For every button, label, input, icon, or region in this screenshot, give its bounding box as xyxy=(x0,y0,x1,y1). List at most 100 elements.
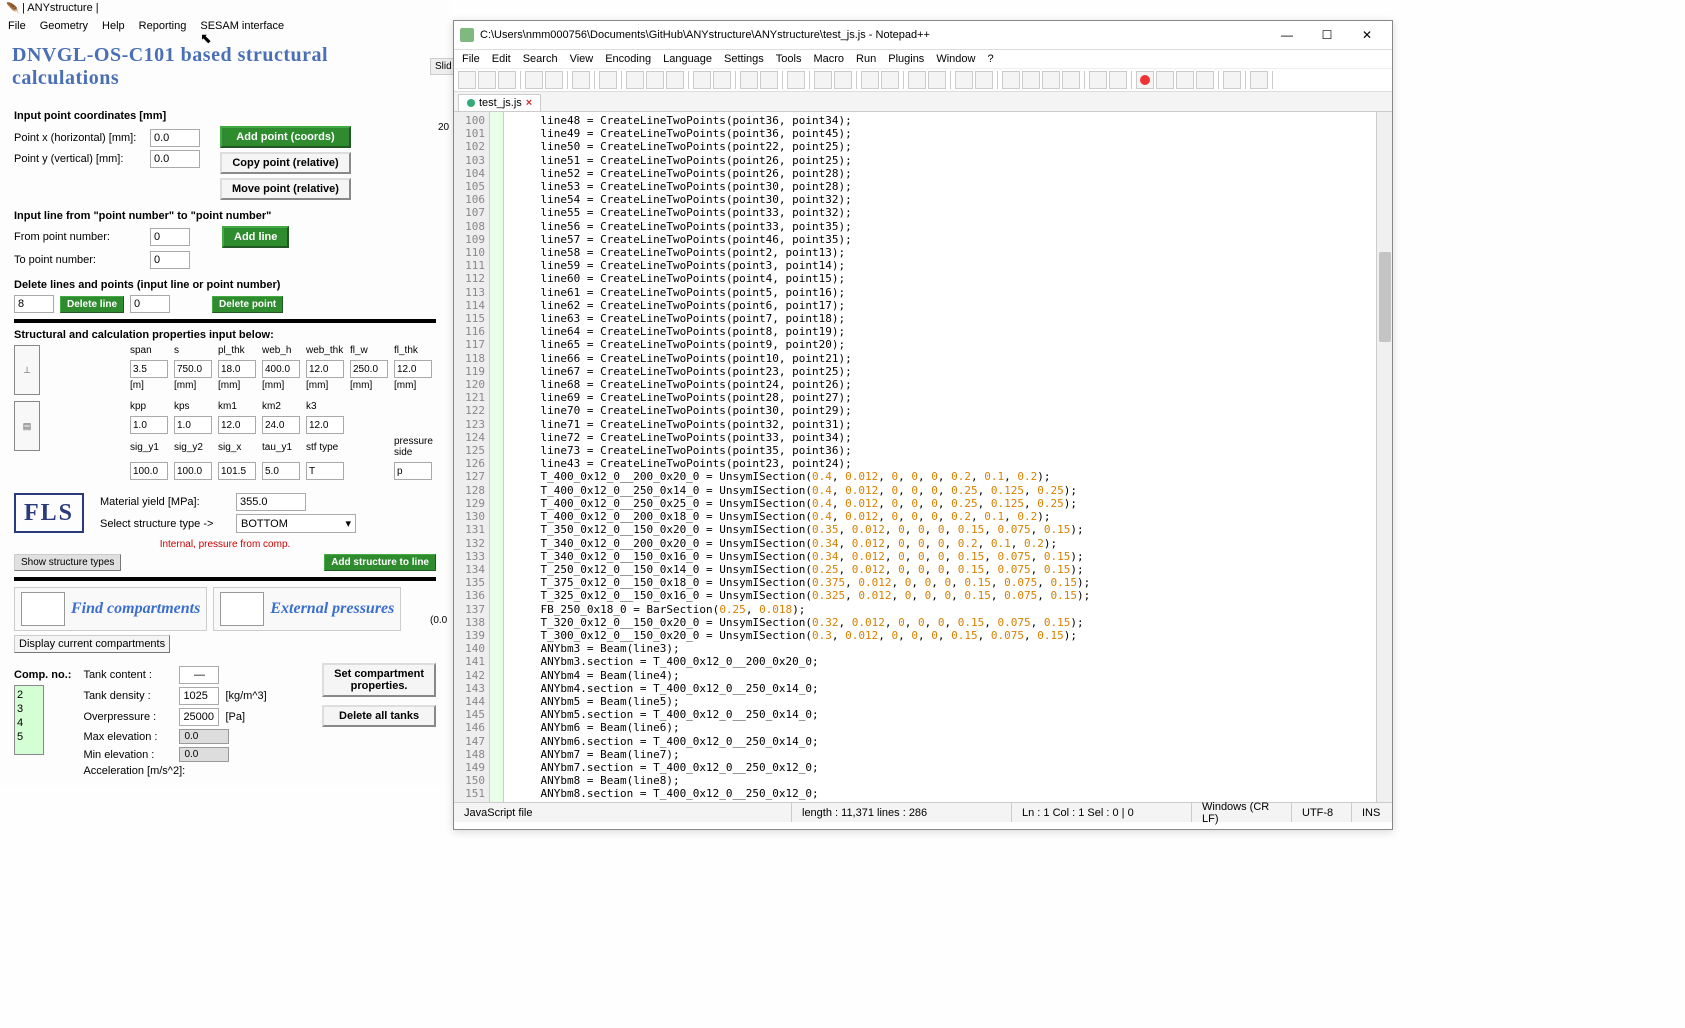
npp-menu-item[interactable]: ? xyxy=(987,53,993,65)
toolbar-icon[interactable] xyxy=(1250,71,1268,89)
minimize-button[interactable]: — xyxy=(1268,24,1306,46)
toolbar-icon[interactable] xyxy=(713,71,731,89)
npp-menu-item[interactable]: Window xyxy=(936,53,975,65)
prop-input[interactable] xyxy=(218,360,256,378)
toolbar-icon[interactable] xyxy=(928,71,946,89)
npp-menu-item[interactable]: Search xyxy=(523,53,558,65)
code-area[interactable]: line48 = CreateLineTwoPoints(point36, po… xyxy=(504,112,1376,802)
external-pressures-button[interactable]: External pressures xyxy=(213,587,401,631)
npp-menu-item[interactable]: Macro xyxy=(813,53,844,65)
toolbar-icon[interactable] xyxy=(861,71,879,89)
prop-input[interactable] xyxy=(130,462,168,480)
toolbar-icon[interactable] xyxy=(626,71,644,89)
npp-menu-item[interactable]: Tools xyxy=(776,53,802,65)
npp-menu-item[interactable]: View xyxy=(570,53,594,65)
toolbar-icon[interactable] xyxy=(814,71,832,89)
toolbar-icon[interactable] xyxy=(760,71,778,89)
delete-point-input[interactable] xyxy=(130,295,170,313)
npp-menu-item[interactable]: File xyxy=(462,53,480,65)
toolbar-icon[interactable] xyxy=(1109,71,1127,89)
toolbar-icon[interactable] xyxy=(787,71,805,89)
npp-title-bar[interactable]: C:\Users\nmm000756\Documents\GitHub\ANYs… xyxy=(454,21,1392,50)
close-button[interactable]: ✕ xyxy=(1348,24,1386,46)
menu-file[interactable]: File xyxy=(8,20,26,32)
prop-input[interactable] xyxy=(306,416,344,434)
prop-input[interactable] xyxy=(262,462,300,480)
toolbar-icon[interactable] xyxy=(1223,71,1241,89)
add-structure-button[interactable]: Add structure to line xyxy=(324,554,436,571)
from-point-input[interactable] xyxy=(150,228,190,246)
compartment-list[interactable]: 2345 xyxy=(14,685,44,755)
file-tab[interactable]: test_js.js × xyxy=(458,94,541,111)
toolbar-icon[interactable] xyxy=(1089,71,1107,89)
toolbar-icon[interactable] xyxy=(498,71,516,89)
prop-input[interactable] xyxy=(174,416,212,434)
find-compartments-button[interactable]: Find compartments xyxy=(14,587,207,631)
npp-menu-item[interactable]: Settings xyxy=(724,53,764,65)
toolbar-icon[interactable] xyxy=(1022,71,1040,89)
toolbar-icon[interactable] xyxy=(1196,71,1214,89)
delete-line-input[interactable] xyxy=(14,295,54,313)
maximize-button[interactable]: ☐ xyxy=(1308,24,1346,46)
npp-menu-item[interactable]: Plugins xyxy=(888,53,924,65)
prop-input[interactable] xyxy=(350,360,388,378)
display-compartments-button[interactable]: Display current compartments xyxy=(14,635,170,653)
toolbar-icon[interactable] xyxy=(1062,71,1080,89)
npp-menu-item[interactable]: Edit xyxy=(492,53,511,65)
prop-input[interactable] xyxy=(262,360,300,378)
toolbar-icon[interactable] xyxy=(834,71,852,89)
tank-density-input[interactable] xyxy=(179,687,219,705)
toolbar-icon[interactable] xyxy=(478,71,496,89)
toolbar-icon[interactable] xyxy=(525,71,543,89)
list-item[interactable]: 2 xyxy=(17,688,41,702)
delete-all-tanks-button[interactable]: Delete all tanks xyxy=(322,705,436,727)
list-item[interactable]: 4 xyxy=(17,716,41,730)
menu-reporting[interactable]: Reporting xyxy=(139,20,187,32)
fold-column[interactable] xyxy=(490,112,504,802)
npp-menu-item[interactable]: Run xyxy=(856,53,876,65)
toolbar-icon[interactable] xyxy=(1176,71,1194,89)
list-item[interactable]: 5 xyxy=(17,730,41,744)
overpressure-input[interactable] xyxy=(179,708,219,726)
toolbar-icon[interactable] xyxy=(599,71,617,89)
prop-input[interactable] xyxy=(218,416,256,434)
list-item[interactable]: 3 xyxy=(17,702,41,716)
prop-input[interactable] xyxy=(306,360,344,378)
copy-point-button[interactable]: Copy point (relative) xyxy=(220,152,351,174)
px-input[interactable] xyxy=(150,129,200,147)
move-point-button[interactable]: Move point (relative) xyxy=(220,178,351,200)
toolbar-icon[interactable] xyxy=(1042,71,1060,89)
struct-type-dropdown[interactable]: BOTTOM ▾ xyxy=(236,514,356,533)
tank-content-dropdown[interactable]: — xyxy=(179,666,219,684)
prop-input[interactable] xyxy=(262,416,300,434)
toolbar-icon[interactable] xyxy=(975,71,993,89)
toolbar-icon[interactable] xyxy=(646,71,664,89)
prop-input[interactable] xyxy=(218,462,256,480)
tab-close-icon[interactable]: × xyxy=(526,97,532,109)
toolbar-icon[interactable] xyxy=(881,71,899,89)
prop-input[interactable] xyxy=(174,462,212,480)
scroll-thumb[interactable] xyxy=(1379,252,1391,342)
add-point-button[interactable]: Add point (coords) xyxy=(220,126,351,148)
prop-input[interactable] xyxy=(306,462,344,480)
toolbar-icon[interactable] xyxy=(955,71,973,89)
toolbar-icon[interactable] xyxy=(1156,71,1174,89)
npp-menu-item[interactable]: Encoding xyxy=(605,53,651,65)
vertical-scrollbar[interactable] xyxy=(1376,112,1392,802)
toolbar-icon[interactable] xyxy=(458,71,476,89)
toolbar-icon[interactable] xyxy=(908,71,926,89)
toolbar-icon[interactable] xyxy=(740,71,758,89)
menu-sesam-interface[interactable]: SESAM interface xyxy=(200,20,284,32)
prop-input[interactable] xyxy=(394,462,432,480)
prop-input[interactable] xyxy=(174,360,212,378)
add-line-button[interactable]: Add line xyxy=(222,226,289,248)
toolbar-icon[interactable] xyxy=(1002,71,1020,89)
toolbar-icon[interactable] xyxy=(572,71,590,89)
py-input[interactable] xyxy=(150,150,200,168)
toolbar-icon[interactable] xyxy=(666,71,684,89)
menu-geometry[interactable]: Geometry xyxy=(40,20,88,32)
toolbar-icon[interactable] xyxy=(545,71,563,89)
set-compartment-button[interactable]: Set compartment properties. xyxy=(322,663,436,697)
prop-input[interactable] xyxy=(130,360,168,378)
material-yield-input[interactable] xyxy=(236,493,306,511)
